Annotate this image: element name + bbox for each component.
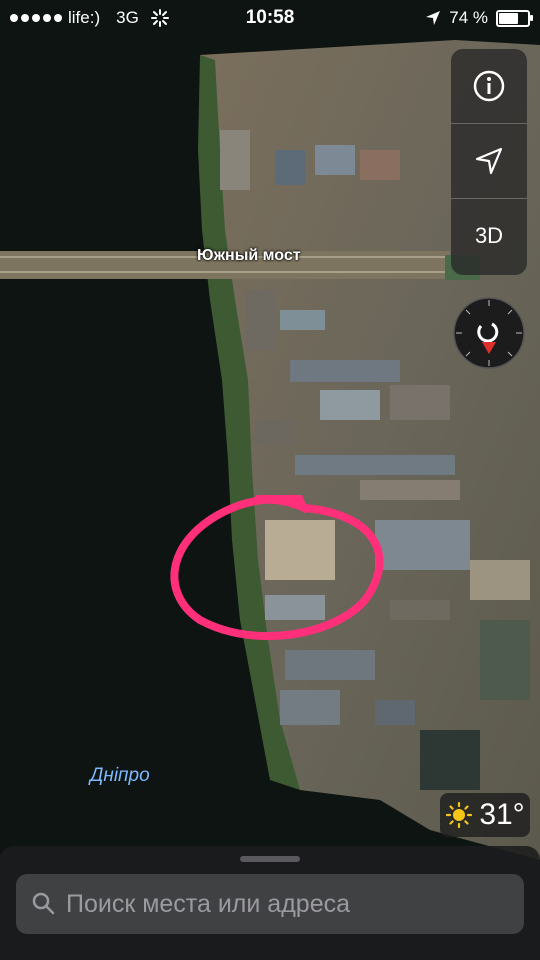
search-placeholder: Поиск места или адреса: [66, 889, 350, 918]
river-label: Дніпро: [90, 765, 150, 786]
location-button[interactable]: [451, 124, 527, 199]
map-controls: 3D: [451, 49, 527, 275]
search-field[interactable]: Поиск места или адреса: [16, 874, 524, 934]
search-icon: [32, 892, 55, 915]
road-label: Южный мост: [197, 247, 301, 264]
compass-icon[interactable]: [452, 296, 526, 370]
location-arrow-icon: [475, 147, 503, 175]
search-sheet: Поиск места или адреса: [0, 846, 540, 960]
location-services-icon: [426, 11, 441, 25]
battery-percent-label: 74 %: [449, 8, 488, 27]
status-bar: life:) 3G 10:58 74 %: [0, 0, 540, 36]
sheet-grabber[interactable]: [240, 856, 300, 862]
battery-icon: [496, 9, 533, 27]
sun-icon: [446, 801, 473, 829]
info-icon: [473, 70, 505, 102]
weather-badge[interactable]: 31°: [440, 793, 530, 837]
info-button[interactable]: [451, 49, 527, 124]
3d-button[interactable]: 3D: [451, 199, 527, 273]
temperature-label: 31°: [479, 798, 525, 831]
